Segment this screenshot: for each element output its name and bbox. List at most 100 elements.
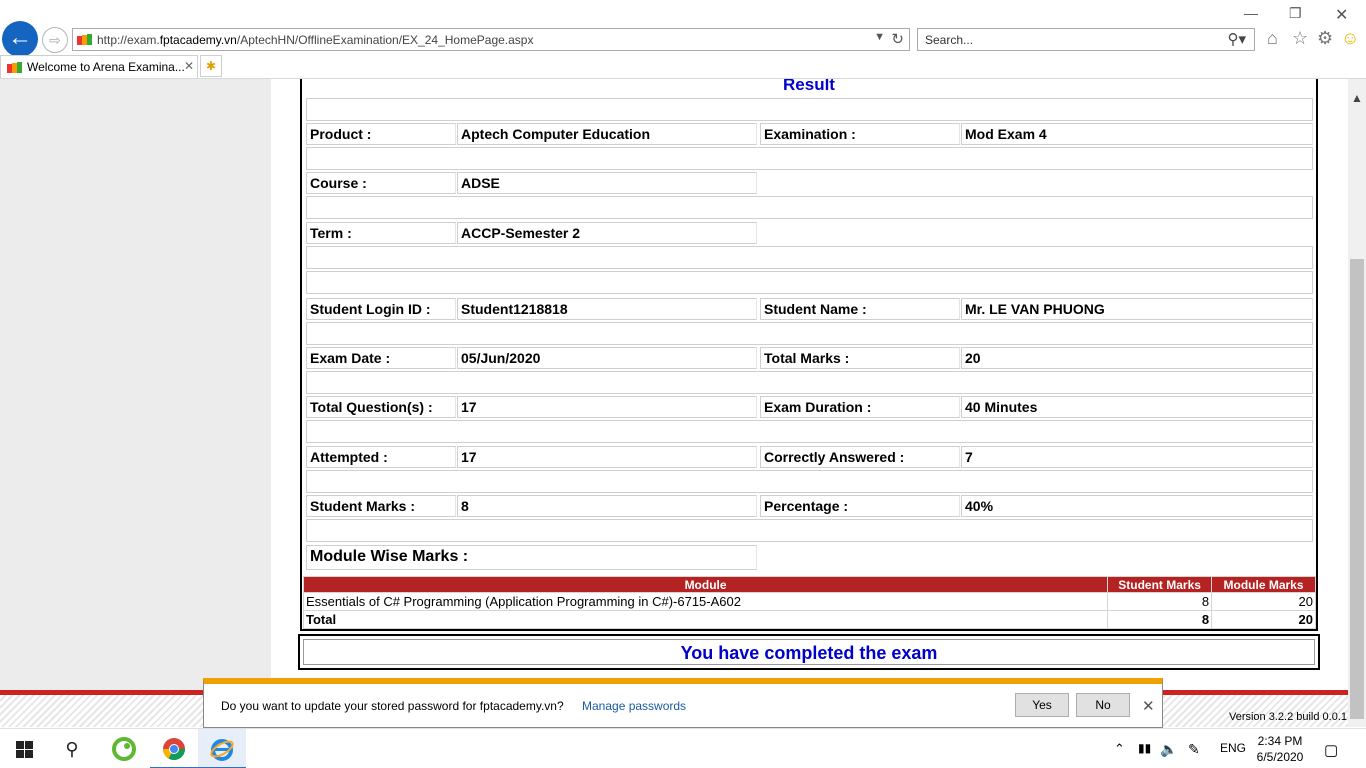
search-icon[interactable]: ⚲▾	[1227, 30, 1246, 48]
manage-passwords-link[interactable]: Manage passwords	[582, 699, 686, 713]
close-window-icon[interactable]: ✕	[1335, 5, 1348, 25]
value-correctly-answered: 7	[961, 446, 1313, 468]
internet-explorer-icon	[210, 739, 234, 761]
favorites-star-icon[interactable]: ☆	[1292, 28, 1308, 49]
windows-start-icon[interactable]	[16, 741, 33, 758]
module-marks-cell: 20	[1211, 592, 1316, 611]
label-examination: Examination :	[760, 123, 960, 145]
no-button[interactable]: No	[1076, 693, 1130, 717]
taskbar-app-ie[interactable]	[198, 729, 246, 768]
value-student-name: Mr. LE VAN PHUONG	[961, 298, 1313, 320]
label-total-questions: Total Question(s) :	[306, 396, 456, 418]
value-exam-duration: 40 Minutes	[961, 396, 1313, 418]
label-correctly-answered: Correctly Answered :	[760, 446, 960, 468]
address-bar[interactable]: http://exam.fptacademy.vn/AptechHN/Offli…	[72, 28, 910, 51]
spacer-row	[306, 470, 1313, 493]
value-term: ACCP-Semester 2	[457, 222, 757, 244]
spacer-row	[306, 420, 1313, 443]
yes-button[interactable]: Yes	[1015, 693, 1069, 717]
value-exam-date: 05/Jun/2020	[457, 347, 757, 369]
forward-button[interactable]: ⇨	[42, 27, 68, 53]
spacer-row	[306, 271, 1313, 294]
scroll-up-icon[interactable]: ▲	[1348, 91, 1366, 105]
clock-date: 6/5/2020	[1256, 750, 1304, 764]
password-notification-bar: Do you want to update your stored passwo…	[203, 678, 1163, 728]
value-examination: Mod Exam 4	[961, 123, 1313, 145]
total-student-marks-cell: 8	[1107, 610, 1213, 629]
arrow-left-icon: ←	[8, 24, 32, 51]
table-row: Essentials of C# Programming (Applicatio…	[302, 592, 1316, 611]
new-tab-icon: ✱	[205, 59, 217, 73]
total-label-cell: Total	[302, 610, 1109, 629]
module-name-cell: Essentials of C# Programming (Applicatio…	[302, 592, 1109, 611]
value-student-marks: 8	[457, 495, 757, 517]
label-percentage: Percentage :	[760, 495, 960, 517]
label-course: Course :	[306, 172, 456, 194]
windows-taskbar: ⚲ ⌃ ▮▮ 🔈 ✎ ENG 2:34 PM 6/5/2020 ▢	[0, 728, 1366, 768]
search-box[interactable]: Search... ⚲▾	[917, 28, 1255, 51]
result-title: Result	[783, 79, 835, 94]
home-icon[interactable]: ⌂	[1267, 28, 1278, 49]
settings-gear-icon[interactable]: ⚙	[1317, 28, 1333, 49]
tray-chevron-icon[interactable]: ⌃	[1114, 741, 1125, 757]
page-viewport: Result Product : Aptech Computer Educati…	[0, 79, 1348, 727]
value-total-questions: 17	[457, 396, 757, 418]
browser-toolbar: — ❐ ✕ ← ⇨ http://exam.fptacademy.vn/Apte…	[0, 0, 1366, 79]
student-marks-cell: 8	[1107, 592, 1213, 611]
language-indicator[interactable]: ENG	[1220, 741, 1246, 755]
spacer-row	[306, 98, 1313, 121]
label-product: Product :	[306, 123, 456, 145]
module-marks-table: Module Student Marks Module Marks Essent…	[302, 576, 1316, 629]
url-text: http://exam.fptacademy.vn/AptechHN/Offli…	[97, 33, 534, 47]
th-module: Module	[302, 576, 1109, 593]
spacer-row	[306, 322, 1313, 345]
spacer-row	[306, 196, 1313, 219]
chrome-icon	[163, 738, 185, 760]
label-total-marks: Total Marks :	[760, 347, 960, 369]
notification-close-icon[interactable]: ✕	[1142, 697, 1155, 715]
notification-center-icon[interactable]: ▢	[1324, 741, 1338, 759]
label-student-marks: Student Marks :	[306, 495, 456, 517]
tab-favicon-icon	[7, 62, 22, 73]
tab-title: Welcome to Arena Examina...	[27, 60, 185, 74]
refresh-icon[interactable]: ↻	[891, 30, 904, 48]
value-product: Aptech Computer Education	[457, 123, 757, 145]
taskbar-app-coccoc[interactable]	[100, 729, 148, 768]
browser-tab[interactable]: Welcome to Arena Examina... ✕	[0, 55, 198, 79]
smiley-feedback-icon[interactable]: ☺	[1341, 28, 1359, 49]
label-attempted: Attempted :	[306, 446, 456, 468]
value-login-id: Student1218818	[457, 298, 757, 320]
value-attempted: 17	[457, 446, 757, 468]
address-dropdown-icon[interactable]: ▼	[874, 31, 885, 43]
spacer-row	[306, 246, 1313, 269]
label-term: Term :	[306, 222, 456, 244]
minimize-icon[interactable]: —	[1244, 5, 1258, 21]
value-course: ADSE	[457, 172, 757, 194]
value-percentage: 40%	[961, 495, 1313, 517]
completion-message: You have completed the exam	[303, 639, 1315, 665]
value-total-marks: 20	[961, 347, 1313, 369]
tab-close-icon[interactable]: ✕	[184, 59, 194, 73]
site-favicon-icon	[77, 34, 92, 45]
label-login-id: Student Login ID :	[306, 298, 456, 320]
total-module-marks-cell: 20	[1211, 610, 1316, 629]
label-exam-date: Exam Date :	[306, 347, 456, 369]
coccoc-icon	[112, 737, 136, 761]
completion-box: You have completed the exam	[298, 634, 1320, 670]
left-gray-panel	[0, 79, 271, 692]
search-taskbar-icon[interactable]: ⚲	[60, 737, 84, 761]
spacer-row	[306, 519, 1313, 542]
system-clock[interactable]: 2:34 PM 6/5/2020	[1252, 733, 1308, 765]
restore-icon[interactable]: ❐	[1289, 5, 1302, 22]
spacer-row	[306, 371, 1313, 394]
vertical-scrollbar[interactable]: ▲	[1348, 79, 1366, 727]
pen-icon[interactable]: ✎	[1188, 741, 1200, 758]
scrollbar-thumb[interactable]	[1350, 259, 1364, 719]
spacer-row	[306, 147, 1313, 170]
label-student-name: Student Name :	[760, 298, 960, 320]
new-tab-button[interactable]: ✱	[200, 55, 222, 77]
volume-icon[interactable]: 🔈	[1160, 741, 1177, 758]
battery-icon[interactable]: ▮▮	[1138, 741, 1151, 755]
taskbar-app-chrome[interactable]	[150, 729, 198, 768]
back-button[interactable]: ←	[2, 21, 38, 57]
